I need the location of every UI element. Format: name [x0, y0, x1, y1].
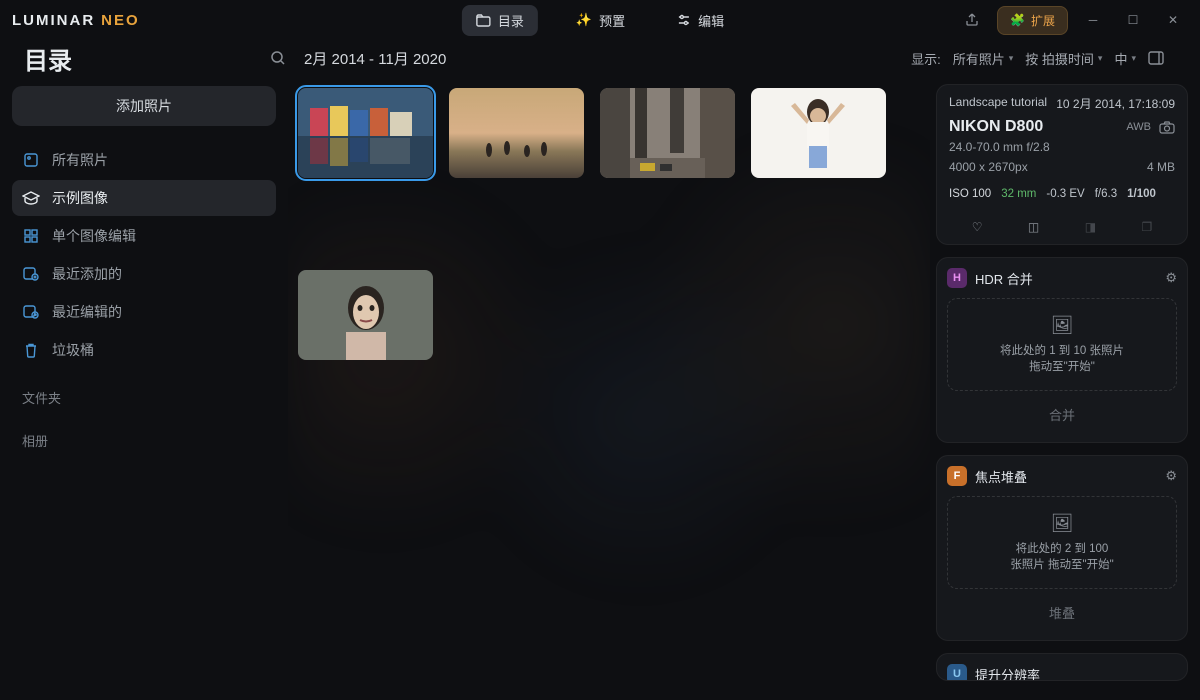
thumbnail-grid — [288, 76, 930, 700]
camera-model: NIKON D800 — [949, 118, 1043, 136]
sort-dropdown[interactable]: 按 拍摄时间▾ — [1025, 49, 1102, 68]
hdr-dropzone[interactable]: 🖼 将此处的 1 到 10 张照片 拖动至"开始" — [947, 298, 1177, 391]
hdr-badge-icon: H — [947, 268, 967, 288]
dimensions: 4000 x 2670px — [949, 160, 1028, 174]
thumbnail[interactable] — [449, 88, 584, 178]
nav-single-edits[interactable]: 单个图像编辑 — [12, 218, 276, 254]
recent-edit-icon — [22, 303, 40, 321]
add-photos-button[interactable]: 添加照片 — [12, 86, 276, 126]
photo-title: Landscape tutorial — [949, 95, 1047, 112]
nav-all-photos[interactable]: 所有照片 — [12, 142, 276, 178]
size-dropdown[interactable]: 中▾ — [1114, 49, 1136, 68]
sparkle-icon: ✨ — [576, 12, 592, 28]
hdr-merge-panel: H HDR 合并 ⚙ 🖼 将此处的 1 到 10 张照片 拖动至"开始" 合并 — [936, 257, 1188, 443]
search-icon[interactable] — [270, 50, 286, 66]
title-bar: LUMINARNEO 目录 ✨ 预置 编辑 🧩 扩展 ─ ☐ ✕ — [0, 0, 1200, 40]
thumbnail[interactable] — [298, 88, 433, 178]
trash-icon — [22, 341, 40, 359]
sliders-icon — [677, 13, 691, 27]
grid-icon — [22, 227, 40, 245]
thumbnail[interactable] — [751, 88, 886, 178]
crop-icon[interactable]: ◫ — [1028, 220, 1039, 234]
nav-trash[interactable]: 垃圾桶 — [12, 332, 276, 368]
right-panel: Landscape tutorial 10 2月 2014, 17:18:09 … — [930, 76, 1200, 700]
focus-badge-icon: F — [947, 466, 967, 486]
exif-row: ISO 10032 mm-0.3 EVf/6.31/100 — [949, 188, 1175, 200]
thumbnail[interactable] — [298, 270, 433, 360]
upscale-panel: U 提升分辨率 — [936, 653, 1188, 681]
albums-header[interactable]: 相册 — [12, 413, 276, 456]
heart-icon[interactable]: ♡ — [972, 220, 983, 234]
nav-sample-images[interactable]: 示例图像 — [12, 180, 276, 216]
stack-icon[interactable]: ❐ — [1141, 220, 1152, 234]
extensions-button[interactable]: 🧩 扩展 — [997, 6, 1068, 35]
photo-date: 10 2月 2014, 17:18:09 — [1056, 95, 1175, 112]
thumbnail[interactable] — [600, 88, 735, 178]
folders-header[interactable]: 文件夹 — [12, 370, 276, 413]
focus-dropzone[interactable]: 🖼 将此处的 2 到 100 张照片 拖动至"开始" — [947, 496, 1177, 589]
close-button[interactable]: ✕ — [1158, 7, 1188, 33]
hdr-merge-button[interactable]: 合并 — [947, 397, 1177, 432]
upscale-badge-icon: U — [947, 664, 967, 681]
nav-recent-added[interactable]: 最近添加的 — [12, 256, 276, 292]
photo-info-card: Landscape tutorial 10 2月 2014, 17:18:09 … — [936, 84, 1188, 245]
filter-dropdown[interactable]: 所有照片▾ — [953, 49, 1014, 68]
compare-icon[interactable]: ◨ — [1085, 220, 1096, 234]
layout-icon[interactable] — [1148, 51, 1164, 65]
tab-presets[interactable]: ✨ 预置 — [562, 5, 639, 36]
app-logo: LUMINARNEO — [12, 12, 140, 29]
gear-icon[interactable]: ⚙ — [1165, 468, 1177, 484]
puzzle-icon: 🧩 — [1010, 13, 1025, 27]
sidebar: 添加照片 所有照片 示例图像 单个图像编辑 最近添加的 最近编辑的 垃圾桶 文件… — [0, 76, 288, 700]
page-title: 目录 — [24, 41, 72, 76]
images-icon: 🖼 — [956, 513, 1168, 534]
filesize: 4 MB — [1147, 160, 1175, 174]
nav-recent-edited[interactable]: 最近编辑的 — [12, 294, 276, 330]
awb-label: AWB — [1126, 121, 1151, 133]
sub-toolbar: 目录 2月 2014 - 11月 2020 显示: 所有照片▾ 按 拍摄时间▾ … — [0, 40, 1200, 76]
graduation-icon — [22, 189, 40, 207]
date-range[interactable]: 2月 2014 - 11月 2020 — [304, 48, 446, 69]
focus-stack-panel: F 焦点堆叠 ⚙ 🖼 将此处的 2 到 100 张照片 拖动至"开始" 堆叠 — [936, 455, 1188, 641]
folder-icon — [476, 14, 491, 27]
images-icon: 🖼 — [956, 315, 1168, 336]
show-label: 显示: — [911, 49, 941, 68]
camera-icon — [1159, 121, 1175, 134]
focus-stack-button[interactable]: 堆叠 — [947, 595, 1177, 630]
recent-add-icon — [22, 265, 40, 283]
gear-icon[interactable]: ⚙ — [1165, 270, 1177, 286]
tab-edit[interactable]: 编辑 — [663, 5, 738, 36]
share-icon[interactable] — [957, 7, 987, 33]
maximize-button[interactable]: ☐ — [1118, 7, 1148, 33]
lens-info: 24.0-70.0 mm f/2.8 — [949, 140, 1175, 154]
minimize-button[interactable]: ─ — [1078, 7, 1108, 33]
photo-icon — [22, 151, 40, 169]
tab-catalog[interactable]: 目录 — [462, 5, 538, 36]
